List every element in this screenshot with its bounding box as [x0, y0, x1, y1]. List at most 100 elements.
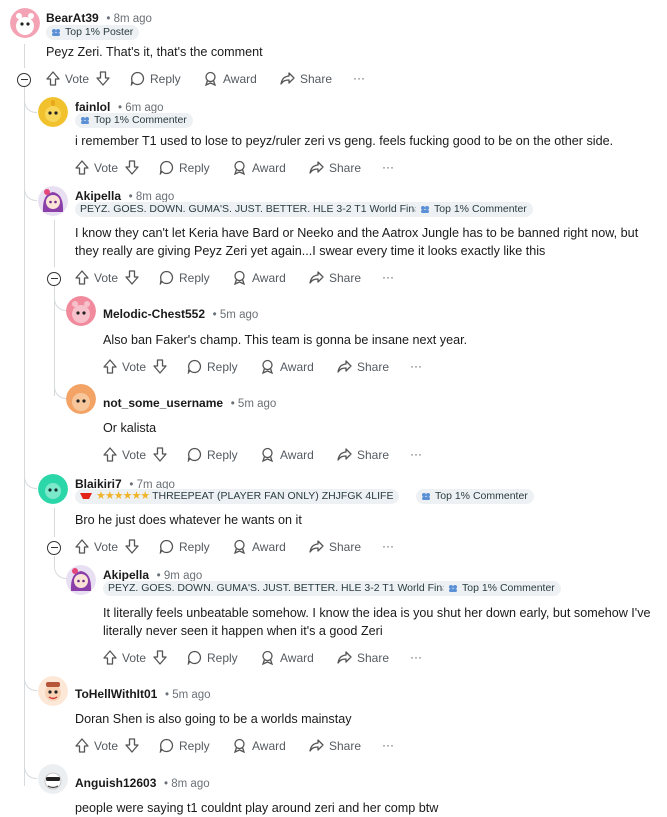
share-button[interactable]: Share [337, 359, 389, 374]
downvote-icon [153, 447, 167, 462]
username[interactable]: Melodic-Chest552 [103, 307, 205, 321]
comment-body: I know they can't let Keria have Bard or… [75, 226, 639, 258]
reply-button[interactable]: Reply [159, 738, 210, 753]
share-icon [309, 161, 324, 174]
share-button[interactable]: Share [309, 738, 361, 753]
reply-button[interactable]: Reply [187, 359, 238, 374]
award-icon [233, 539, 246, 554]
more-options-button[interactable]: ··· [410, 359, 422, 373]
upvote-button[interactable]: Vote [103, 447, 146, 462]
reply-button[interactable]: Reply [159, 270, 210, 285]
award-icon [261, 447, 274, 462]
reply-icon [130, 71, 145, 86]
collapse-thread-button[interactable] [17, 73, 31, 87]
share-button[interactable]: Share [309, 539, 361, 554]
downvote-button[interactable] [125, 539, 139, 554]
timestamp: • 5m ago [161, 689, 211, 701]
username[interactable]: Anguish12603 [75, 776, 156, 790]
downvote-button[interactable] [125, 738, 139, 753]
avatar[interactable] [38, 186, 68, 216]
more-options-button[interactable]: ··· [382, 160, 394, 174]
share-icon [309, 739, 324, 752]
award-button[interactable]: Award [203, 71, 257, 86]
award-icon [261, 650, 274, 665]
downvote-icon [153, 359, 167, 374]
more-options-button[interactable]: ··· [382, 738, 394, 752]
more-options-button[interactable]: ··· [353, 71, 365, 85]
award-button[interactable]: Award [260, 447, 314, 462]
award-button[interactable]: Award [232, 539, 286, 554]
downvote-button[interactable] [96, 71, 110, 86]
vote-label: Vote [65, 71, 90, 86]
timestamp: • 5m ago [227, 398, 277, 410]
award-button[interactable]: Award [260, 650, 314, 665]
upvote-button[interactable]: Vote [75, 160, 118, 175]
flair-badge: Top 1% Commenter [415, 202, 533, 217]
upvote-icon [103, 447, 117, 462]
comment-body: Bro he just does whatever he wants on it [75, 513, 302, 527]
downvote-icon [125, 270, 139, 285]
more-options-button[interactable]: ··· [410, 447, 422, 461]
reply-button[interactable]: Reply [159, 160, 210, 175]
avatar[interactable] [38, 764, 68, 794]
thread-line [24, 44, 25, 68]
flair-badge: PEYZ. GOES. DOWN. GUMA'S. JUST. BETTER. … [75, 202, 434, 217]
upvote-button[interactable]: Vote [75, 270, 118, 285]
more-options-button[interactable]: ··· [382, 539, 394, 553]
downvote-button[interactable] [153, 447, 167, 462]
upvote-icon [75, 539, 89, 554]
downvote-button[interactable] [125, 270, 139, 285]
avatar[interactable] [38, 474, 68, 504]
award-button[interactable]: Award [232, 738, 286, 753]
thread-branch [54, 290, 67, 311]
upvote-icon [75, 270, 89, 285]
username[interactable]: BearAt39 [46, 11, 99, 25]
upvote-button[interactable]: Vote [75, 539, 118, 554]
upvote-button[interactable]: Vote [103, 650, 146, 665]
award-button[interactable]: Award [260, 359, 314, 374]
downvote-button[interactable] [125, 160, 139, 175]
crowd-icon [81, 117, 89, 124]
avatar[interactable] [66, 384, 96, 414]
star-icons: ★★★★★★ [96, 490, 150, 502]
downvote-button[interactable] [153, 359, 167, 374]
username[interactable]: ToHellWithIt01 [75, 687, 157, 701]
reply-icon [187, 650, 202, 665]
avatar[interactable] [66, 565, 96, 595]
share-button[interactable]: Share [309, 160, 361, 175]
thread-branch [24, 758, 37, 779]
downvote-icon [125, 738, 139, 753]
username[interactable]: Akipella [103, 568, 149, 582]
thread-line [54, 508, 55, 537]
share-icon [337, 651, 352, 664]
avatar[interactable] [10, 8, 40, 38]
share-button[interactable]: Share [337, 447, 389, 462]
reply-button[interactable]: Reply [187, 650, 238, 665]
collapse-thread-button[interactable] [47, 541, 61, 555]
thread-branch [24, 180, 37, 201]
upvote-button[interactable]: Vote [75, 738, 118, 753]
share-button[interactable]: Share [280, 71, 332, 86]
reply-button[interactable]: Reply [159, 539, 210, 554]
username[interactable]: fainlol [75, 100, 110, 114]
more-options-button[interactable]: ··· [382, 270, 394, 284]
crowd-icon [449, 585, 457, 592]
username[interactable]: not_some_username [103, 396, 223, 410]
reply-button[interactable]: Reply [130, 71, 181, 86]
upvote-button[interactable]: Vote [103, 359, 146, 374]
award-button[interactable]: Award [232, 160, 286, 175]
award-button[interactable]: Award [232, 270, 286, 285]
username[interactable]: Akipella [75, 189, 121, 203]
reply-button[interactable]: Reply [187, 447, 238, 462]
upvote-button[interactable]: Vote [46, 71, 89, 86]
downvote-button[interactable] [153, 650, 167, 665]
avatar[interactable] [38, 97, 68, 127]
avatar[interactable] [38, 676, 68, 706]
collapse-thread-button[interactable] [47, 272, 61, 286]
more-options-button[interactable]: ··· [410, 650, 422, 664]
share-button[interactable]: Share [309, 270, 361, 285]
share-icon [309, 540, 324, 553]
share-button[interactable]: Share [337, 650, 389, 665]
avatar[interactable] [66, 296, 96, 326]
reply-icon [159, 738, 174, 753]
